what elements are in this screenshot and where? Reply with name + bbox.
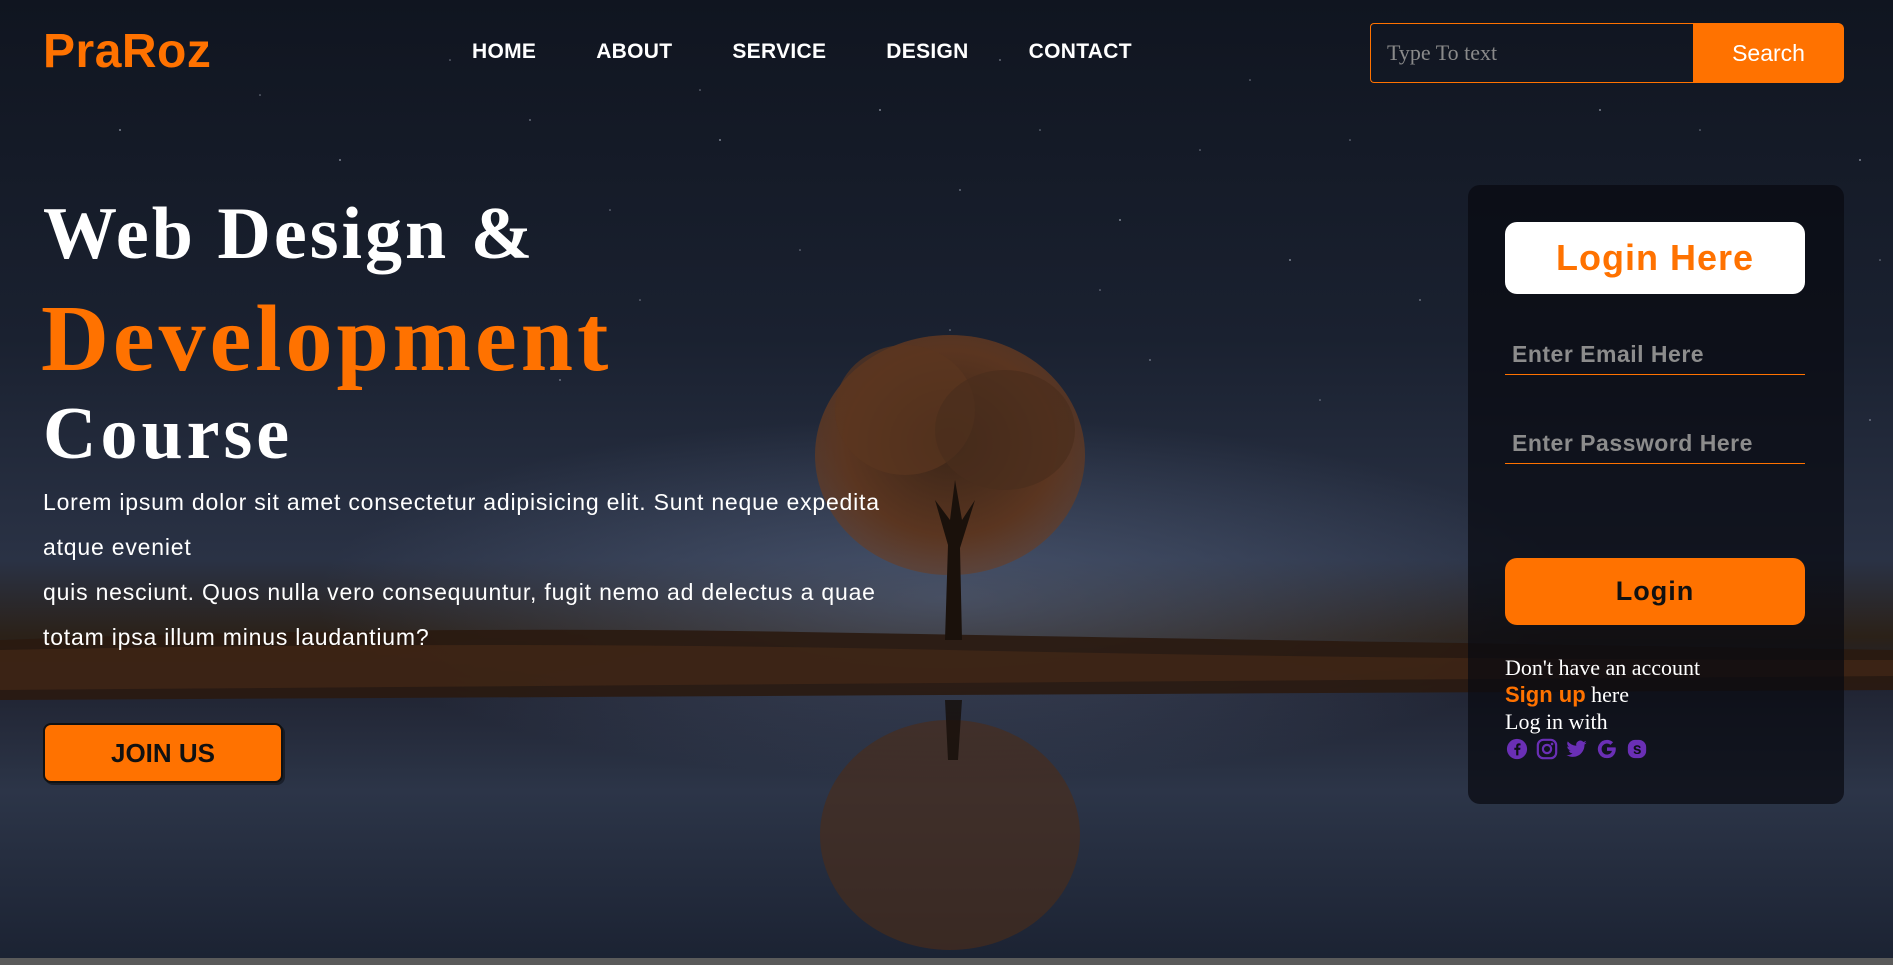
nav-item-about[interactable]: ABOUT: [596, 40, 672, 64]
hero-title-line3: Course: [43, 393, 294, 475]
social-login-icons: [1505, 737, 1648, 760]
search-bar: Search: [1370, 23, 1844, 83]
login-card-title: Login Here: [1505, 222, 1805, 294]
no-account-text: Don't have an account: [1505, 655, 1701, 680]
facebook-icon[interactable]: [1505, 737, 1528, 760]
email-field[interactable]: [1505, 335, 1805, 375]
signup-link[interactable]: Sign up: [1505, 682, 1586, 707]
password-field[interactable]: [1505, 424, 1805, 464]
nav-item-design[interactable]: DESIGN: [886, 40, 968, 64]
google-icon[interactable]: [1595, 737, 1618, 760]
nav-item-service[interactable]: SERVICE: [732, 40, 826, 64]
nav-item-home[interactable]: HOME: [472, 40, 536, 64]
signup-suffix: here: [1585, 682, 1630, 707]
brand-logo[interactable]: PraRoz: [43, 24, 211, 79]
twitter-icon[interactable]: [1565, 737, 1588, 760]
instagram-icon[interactable]: [1535, 737, 1558, 760]
hero-description: Lorem ipsum dolor sit amet consectetur a…: [43, 480, 913, 660]
signup-line: Sign up here: [1505, 682, 1629, 708]
hero-description-line1: Lorem ipsum dolor sit amet consectetur a…: [43, 489, 880, 560]
login-card: Login Here Login Don't have an account S…: [1468, 185, 1844, 804]
hero-title-line2: Development: [41, 287, 613, 391]
login-with-text: Log in with: [1505, 709, 1608, 734]
hero-description-line2: quis nesciunt. Quos nulla vero consequun…: [43, 579, 876, 650]
nav-item-contact[interactable]: CONTACT: [1029, 40, 1132, 64]
login-button[interactable]: Login: [1505, 558, 1805, 625]
search-button[interactable]: Search: [1693, 23, 1844, 83]
search-input[interactable]: [1370, 23, 1693, 83]
hero-title-line1: Web Design &: [43, 193, 536, 275]
skype-icon[interactable]: [1625, 737, 1648, 760]
join-us-button[interactable]: JOIN US: [43, 723, 283, 783]
main-nav: HOME ABOUT SERVICE DESIGN CONTACT: [472, 40, 1132, 64]
window-bottom-edge: [0, 958, 1893, 965]
